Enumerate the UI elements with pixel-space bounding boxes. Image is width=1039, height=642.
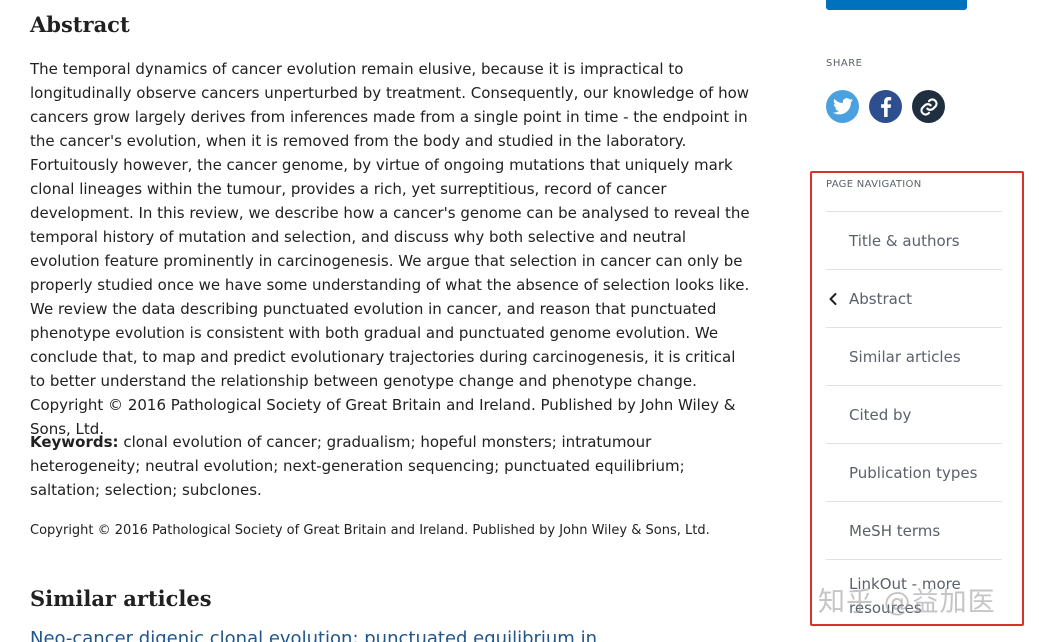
facebook-icon bbox=[880, 96, 891, 117]
keywords-list: clonal evolution of cancer; gradualism; … bbox=[30, 433, 685, 499]
page-navigation-label: PAGE NAVIGATION bbox=[826, 179, 922, 190]
abstract-heading: Abstract bbox=[30, 12, 130, 37]
similar-articles-heading: Similar articles bbox=[30, 586, 212, 611]
nav-item-title-authors[interactable]: Title & authors bbox=[826, 212, 1002, 270]
copyright-notice: Copyright © 2016 Pathological Society of… bbox=[30, 523, 710, 538]
facebook-share-button[interactable] bbox=[869, 90, 902, 123]
twitter-share-button[interactable] bbox=[826, 90, 859, 123]
nav-item-linkout[interactable]: LinkOut - more resources bbox=[826, 560, 1002, 624]
share-buttons bbox=[826, 90, 945, 123]
twitter-icon bbox=[832, 98, 853, 115]
nav-item-label: Publication types bbox=[849, 463, 978, 482]
nav-item-abstract[interactable]: Abstract bbox=[826, 270, 1002, 328]
nav-item-publication-types[interactable]: Publication types bbox=[826, 444, 1002, 502]
page-navigation-list: Title & authors Abstract Similar article… bbox=[826, 211, 1002, 624]
link-icon bbox=[919, 97, 938, 116]
nav-item-label: Similar articles bbox=[849, 347, 961, 366]
similar-article-link[interactable]: Neo-cancer digenic clonal evolution: pun… bbox=[30, 628, 597, 642]
nav-item-label: Title & authors bbox=[849, 231, 960, 250]
nav-item-mesh-terms[interactable]: MeSH terms bbox=[826, 502, 1002, 560]
page-navigation-panel: PAGE NAVIGATION Title & authors Abstract… bbox=[810, 171, 1024, 626]
nav-item-label: MeSH terms bbox=[849, 521, 941, 540]
chevron-left-icon bbox=[829, 292, 837, 305]
full-text-button[interactable] bbox=[826, 0, 967, 10]
nav-item-label: Cited by bbox=[849, 405, 912, 424]
share-label: SHARE bbox=[826, 58, 863, 69]
nav-item-label: Abstract bbox=[849, 289, 912, 308]
keywords-label: Keywords: bbox=[30, 433, 119, 451]
nav-item-similar-articles[interactable]: Similar articles bbox=[826, 328, 1002, 386]
page: Abstract The temporal dynamics of cancer… bbox=[0, 0, 1039, 642]
abstract-text: The temporal dynamics of cancer evolutio… bbox=[30, 60, 750, 438]
nav-item-cited-by[interactable]: Cited by bbox=[826, 386, 1002, 444]
copy-link-button[interactable] bbox=[912, 90, 945, 123]
keywords: Keywords: clonal evolution of cancer; gr… bbox=[30, 430, 750, 502]
nav-item-label: LinkOut - more resources bbox=[849, 575, 961, 617]
